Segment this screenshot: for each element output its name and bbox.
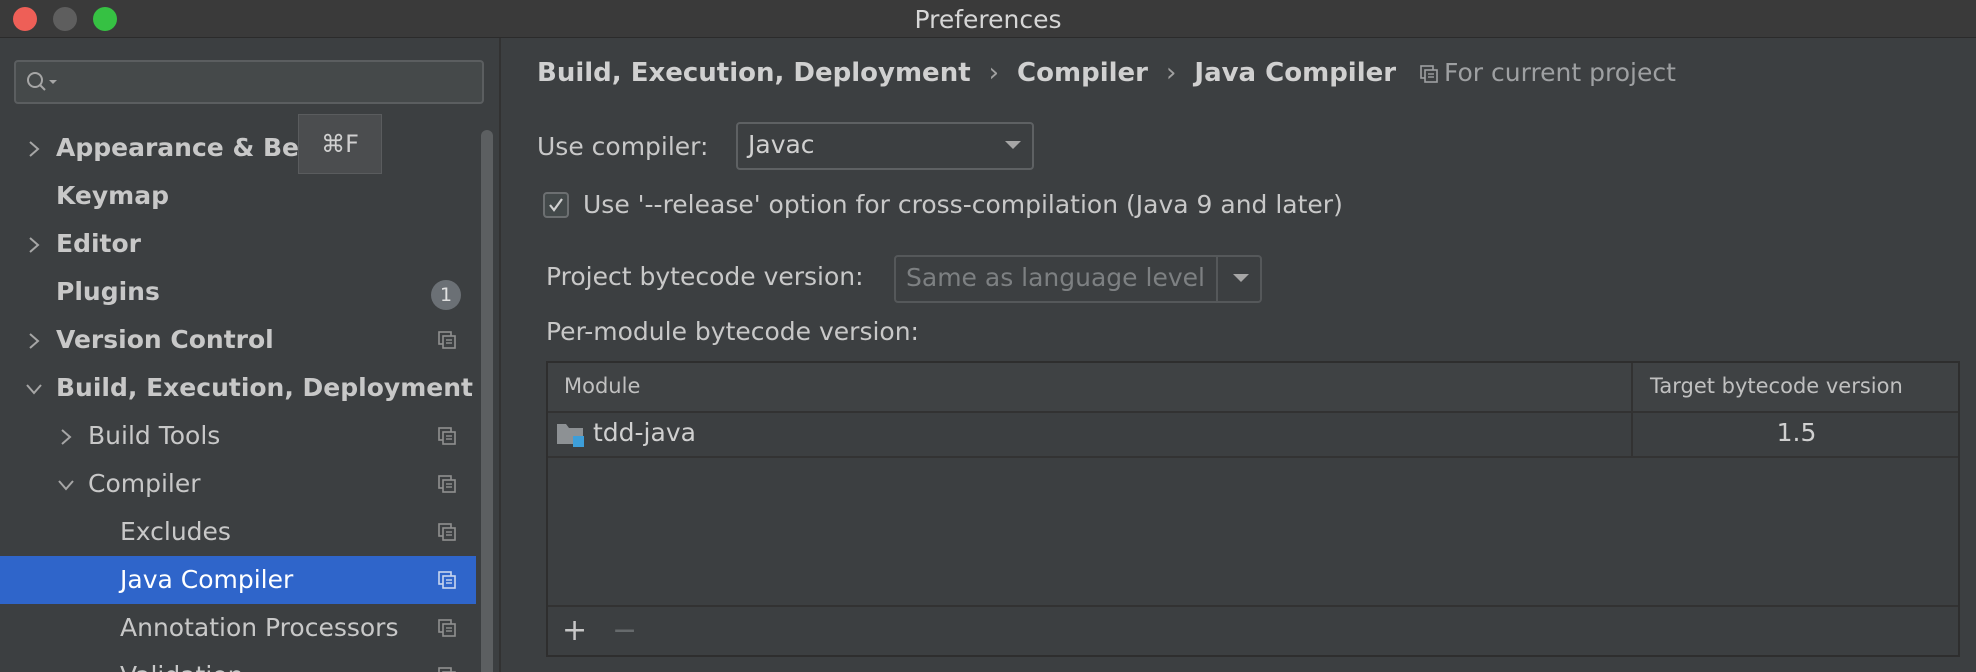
sidebar-item-appearance-behavior[interactable]: Appearance & Beh <box>0 124 476 172</box>
project-bytecode-value: Same as language level <box>906 263 1205 292</box>
java-compiler-panel: Build, Execution, Deployment › Compiler › Ja… <box>501 38 1976 672</box>
sidebar-item-label: Compiler <box>88 469 201 498</box>
sidebar-item-label: Appearance & Beh <box>56 133 317 162</box>
scope-indicator: For current project <box>1420 58 1676 87</box>
sidebar-item-label: Annotation Processors <box>120 613 399 642</box>
project-scope-icon <box>438 523 456 541</box>
sidebar-item-label: Keymap <box>56 181 170 210</box>
project-scope-icon <box>438 619 456 637</box>
sidebar-item-build-execution-deployment[interactable]: Build, Execution, Deployment <box>0 364 476 412</box>
sidebar-item-keymap[interactable]: Keymap <box>0 172 476 220</box>
search-input[interactable] <box>14 60 484 104</box>
sidebar-item-label: Plugins <box>56 277 160 306</box>
column-header-target-bytecode[interactable]: Target bytecode version <box>1650 363 1903 409</box>
release-option-checkbox[interactable] <box>543 192 569 218</box>
target-version-cell[interactable]: 1.5 <box>1633 411 1960 455</box>
title-bar: Preferences <box>0 0 1976 38</box>
table-toolbar: + − <box>548 605 1958 655</box>
breadcrumb-item[interactable]: Compiler <box>1017 58 1148 88</box>
use-compiler-label: Use compiler: <box>537 132 709 161</box>
chevron-down-icon[interactable] <box>20 364 48 412</box>
project-scope-icon <box>438 475 456 493</box>
settings-sidebar: Appearance & Beh Keymap Editor Plugins 1… <box>0 38 501 672</box>
sidebar-item-excludes[interactable]: Excludes <box>0 508 476 556</box>
project-scope-icon <box>438 331 456 349</box>
breadcrumb-item: Java Compiler <box>1194 58 1397 88</box>
sidebar-item-label: Excludes <box>120 517 231 546</box>
module-folder-icon <box>557 424 584 447</box>
chevron-right-icon[interactable] <box>20 124 48 172</box>
breadcrumb-item[interactable]: Build, Execution, Deployment <box>537 58 971 88</box>
table-row[interactable]: tdd-java 1.5 <box>548 411 1958 458</box>
sidebar-scrollbar[interactable] <box>481 130 493 672</box>
sidebar-item-label: Build Tools <box>88 421 221 450</box>
remove-module-button[interactable]: − <box>612 616 637 646</box>
checkmark-icon <box>549 198 563 212</box>
project-scope-icon <box>1420 65 1438 83</box>
sidebar-item-compiler[interactable]: Compiler <box>0 460 476 508</box>
sidebar-item-validation[interactable]: Validation <box>0 652 476 672</box>
use-compiler-dropdown[interactable]: Javac <box>736 122 1034 170</box>
chevron-down-icon[interactable] <box>52 460 80 508</box>
project-scope-icon <box>438 571 456 589</box>
search-icon <box>27 72 57 91</box>
chevron-right-icon[interactable] <box>20 316 48 364</box>
sidebar-item-editor[interactable]: Editor <box>0 220 476 268</box>
sidebar-item-label: Java Compiler <box>120 565 294 594</box>
project-bytecode-dropdown[interactable]: Same as language level <box>894 255 1262 303</box>
sidebar-item-plugins[interactable]: Plugins 1 <box>0 268 476 316</box>
search-shortcut-tooltip: ⌘F <box>298 114 382 174</box>
sidebar-item-label: Version Control <box>56 325 274 354</box>
window-title: Preferences <box>914 5 1062 34</box>
sidebar-item-java-compiler[interactable]: Java Compiler <box>0 556 476 604</box>
dropdown-divider <box>1216 257 1218 301</box>
sidebar-item-label: Build, Execution, Deployment <box>56 373 473 402</box>
breadcrumb-separator: › <box>1165 58 1177 88</box>
sidebar-item-version-control[interactable]: Version Control <box>0 316 476 364</box>
chevron-right-icon[interactable] <box>52 412 80 460</box>
module-name-cell: tdd-java <box>593 418 696 447</box>
project-scope-icon <box>438 667 456 672</box>
project-scope-icon <box>438 427 456 445</box>
sidebar-item-annotation-processors[interactable]: Annotation Processors <box>0 604 476 652</box>
breadcrumb-separator: › <box>988 58 1000 88</box>
chevron-right-icon[interactable] <box>20 220 48 268</box>
breadcrumb: Build, Execution, Deployment › Compiler › Ja… <box>537 58 1396 88</box>
per-module-bytecode-label: Per-module bytecode version: <box>546 317 919 346</box>
scope-label: For current project <box>1444 58 1676 87</box>
sidebar-item-label: Editor <box>56 229 141 258</box>
plugin-updates-badge: 1 <box>431 280 461 310</box>
release-option-label[interactable]: Use '--release' option for cross-compila… <box>583 190 1343 219</box>
settings-tree: Appearance & Beh Keymap Editor Plugins 1… <box>0 124 476 672</box>
use-compiler-value: Javac <box>748 130 815 159</box>
add-module-button[interactable]: + <box>562 616 587 646</box>
column-header-module[interactable]: Module <box>564 363 640 409</box>
dropdown-arrow-icon <box>1233 274 1249 282</box>
per-module-bytecode-table: Module Target bytecode version tdd-java … <box>546 361 1960 657</box>
sidebar-item-label: Validation <box>120 652 243 672</box>
sidebar-item-build-tools[interactable]: Build Tools <box>0 412 476 460</box>
table-header: Module Target bytecode version <box>548 363 1958 413</box>
dropdown-arrow-icon <box>1005 141 1021 149</box>
project-bytecode-label: Project bytecode version: <box>546 262 864 291</box>
